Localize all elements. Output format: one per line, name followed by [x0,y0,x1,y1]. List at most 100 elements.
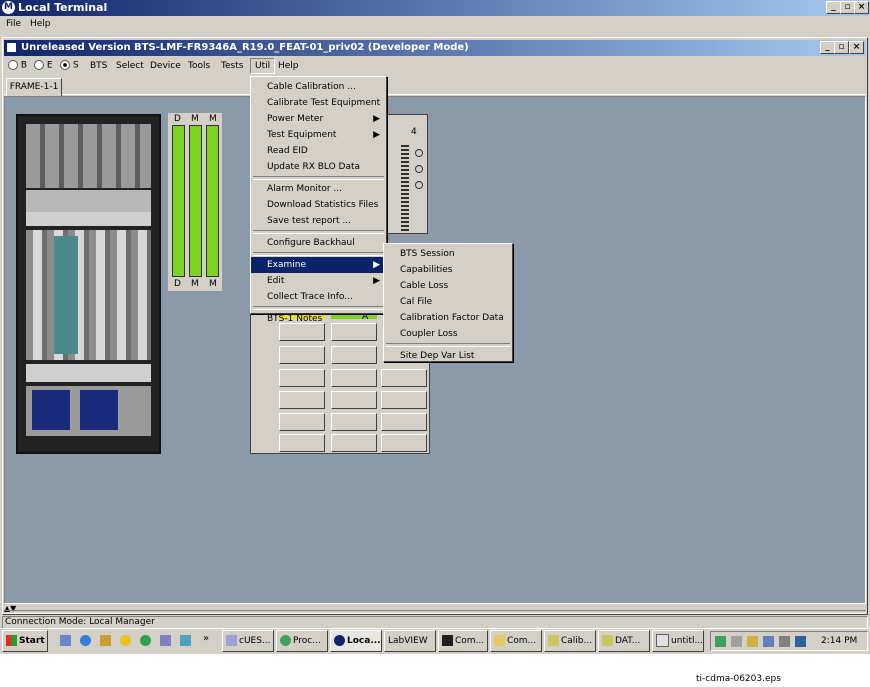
util-configure-backhaul[interactable]: Configure Backhaul [251,235,386,251]
inner-close-button[interactable]: × [849,41,864,54]
channel-cell[interactable] [331,413,377,431]
desktop-icon[interactable] [60,635,71,646]
task-button-cues[interactable]: cUES... [222,630,274,652]
clock-app-icon[interactable] [120,635,131,646]
splitter-bar[interactable] [4,610,866,614]
task-button-labview[interactable]: LabVIEW [384,630,436,652]
audio-icon[interactable] [100,635,111,646]
inner-restore-button[interactable]: ▫ [834,41,849,54]
radio-s[interactable]: S [60,60,79,71]
task-button-local[interactable]: Loca... [330,630,382,652]
help-app-icon[interactable] [180,635,191,646]
channel-cell[interactable] [381,391,427,409]
channel-cell[interactable] [279,391,325,409]
taskbar-overflow[interactable]: » [203,633,209,644]
examine-site-dep-var-list[interactable]: Site Dep Var List [384,348,512,364]
util-read-eid[interactable]: Read EID [251,143,386,159]
menu-help[interactable]: Help [26,17,55,31]
cabinet-blank-panel [26,212,151,226]
outer-titlebar[interactable]: M Local Terminal _ ▫ × [0,0,870,16]
device-port-3[interactable] [415,181,423,189]
network-icon[interactable] [140,635,151,646]
device-port-1[interactable] [415,149,423,157]
submenu-arrow-icon: ▶ [373,276,380,286]
app-logo-icon: M [2,1,15,14]
channel-cell[interactable] [381,413,427,431]
device-panel-label: 4 [411,127,417,137]
util-cable-calibration[interactable]: Cable Calibration ... [251,79,386,95]
menu-device[interactable]: Device [146,59,185,73]
menu-util[interactable]: Util [250,58,276,74]
task-button-proc[interactable]: Proc... [276,630,328,652]
radio-e[interactable]: E [34,60,53,71]
channel-cell[interactable] [381,434,427,452]
radio-b[interactable]: B [8,60,27,71]
util-test-equipment[interactable]: Test Equipment ▶ [251,127,386,143]
menu-help-inner[interactable]: Help [274,59,303,73]
menu-separator [253,176,384,180]
menu-bts[interactable]: BTS [86,59,111,73]
channel-cell[interactable] [381,369,427,387]
tab-frame-1-1[interactable]: FRAME-1-1 [6,78,62,96]
examine-calibration-factor-data[interactable]: Calibration Factor Data [384,310,512,326]
tray-network-icon[interactable] [715,636,726,647]
menu-tests[interactable]: Tests [217,59,247,73]
clock[interactable]: 2:14 PM [821,636,857,646]
channel-cell[interactable] [331,369,377,387]
task-button-untitled[interactable]: untitl... [652,630,704,652]
util-power-meter[interactable]: Power Meter ▶ [251,111,386,127]
menu-file[interactable]: File [2,17,25,31]
task-button-com-1[interactable]: Com... [438,630,488,652]
channel-cell[interactable] [279,413,325,431]
task-button-com-2[interactable]: Com... [490,630,542,652]
green-card-d[interactable] [172,125,185,277]
util-update-rx-blo-data[interactable]: Update RX BLO Data [251,159,386,175]
motorola-icon [334,635,345,646]
channel-cell[interactable] [331,434,377,452]
maximize-button[interactable]: ▫ [840,1,855,14]
cabinet-image[interactable] [16,114,161,454]
minimize-button[interactable]: _ [826,1,841,14]
examine-cable-loss[interactable]: Cable Loss [384,278,512,294]
util-save-test-report[interactable]: Save test report ... [251,213,386,229]
channel-cell[interactable] [279,369,325,387]
tray-pen-icon[interactable] [747,636,758,647]
examine-capabilities[interactable]: Capabilities [384,262,512,278]
device-port-2[interactable] [415,165,423,173]
channel-cell[interactable] [279,434,325,452]
util-menu: Cable Calibration ... Calibrate Test Equ… [250,76,387,324]
util-bts-1-notes[interactable]: BTS-1 Notes [251,311,386,327]
inner-minimize-button[interactable]: _ [820,41,835,54]
util-alarm-monitor[interactable]: Alarm Monitor ... [251,181,386,197]
tray-display-icon[interactable] [763,636,774,647]
inner-titlebar[interactable]: Unreleased Version BTS-LMF-FR9346A_R19.0… [4,40,866,56]
tray-speaker-icon[interactable] [731,636,742,647]
examine-coupler-loss[interactable]: Coupler Loss [384,326,512,342]
util-edit[interactable]: Edit ▶ [251,273,386,289]
internet-explorer-icon[interactable] [80,635,91,646]
menu-select[interactable]: Select [112,59,148,73]
channel-cell[interactable] [279,346,325,364]
examine-submenu: BTS Session Capabilities Cable Loss Cal … [383,243,513,362]
quick-launch [56,633,196,649]
channel-cell[interactable] [331,346,377,364]
tray-monitor-icon[interactable] [795,636,806,647]
start-button[interactable]: Start [2,630,48,652]
util-examine[interactable]: Examine ▶ [251,257,386,273]
examine-cal-file[interactable]: Cal File [384,294,512,310]
util-download-statistics-files[interactable]: Download Statistics Files [251,197,386,213]
outer-menubar: File Help [0,16,870,32]
util-collect-trace-info[interactable]: Collect Trace Info... [251,289,386,305]
menu-tools[interactable]: Tools [184,59,214,73]
tray-printer-icon[interactable] [779,636,790,647]
close-button[interactable]: × [854,1,869,14]
search-app-icon[interactable] [160,635,171,646]
green-card-m1[interactable] [189,125,202,277]
task-button-dat[interactable]: DAT... [598,630,650,652]
green-card-m2[interactable] [206,125,219,277]
examine-bts-session[interactable]: BTS Session [384,246,512,262]
util-calibrate-test-equipment[interactable]: Calibrate Test Equipment [251,95,386,111]
channel-cell[interactable] [331,391,377,409]
task-button-calib[interactable]: Calib... [544,630,596,652]
cabinet-teal-card [54,236,78,354]
